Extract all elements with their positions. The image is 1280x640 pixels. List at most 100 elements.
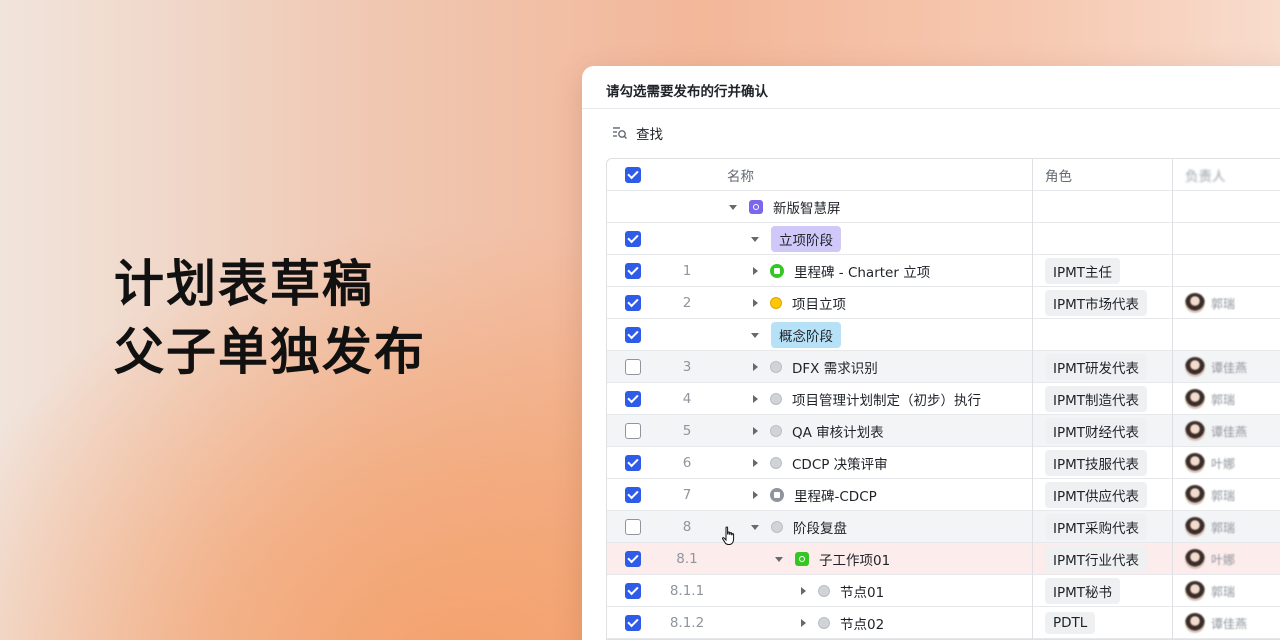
role-tag[interactable]: IPMT制造代表 <box>1045 386 1148 412</box>
task-name: DFX 需求识别 <box>792 361 878 377</box>
task-name: 里程碑 - Charter 立项 <box>794 265 931 281</box>
row-number: 8.1.1 <box>669 583 705 599</box>
table-row[interactable]: 8.1.1 节点01 IPMT秘书 郭瑞 <box>607 575 1280 607</box>
row-number: 5 <box>682 423 692 439</box>
table-row[interactable]: 6 CDCP 决策评审 IPMT技服代表 叶娜 <box>607 447 1280 479</box>
find-label: 查找 <box>636 127 663 143</box>
status-dot-icon <box>770 457 782 469</box>
row-checkbox[interactable] <box>625 487 641 503</box>
table-header: 名称 角色 负责人 <box>607 159 1280 191</box>
collapse-arrow-icon[interactable] <box>775 556 783 562</box>
expand-arrow-icon[interactable] <box>753 395 758 403</box>
row-number: 3 <box>682 359 692 375</box>
row-checkbox[interactable] <box>625 519 641 535</box>
column-header-role[interactable]: 角色 <box>1033 159 1173 191</box>
column-header-owner[interactable]: 负责人 <box>1173 159 1280 191</box>
task-name: 子工作项01 <box>819 553 891 569</box>
task-name: 项目立项 <box>792 297 846 313</box>
select-all-checkbox[interactable] <box>625 167 641 183</box>
expand-arrow-icon[interactable] <box>753 299 758 307</box>
row-checkbox[interactable] <box>625 231 641 247</box>
row-checkbox[interactable] <box>625 455 641 471</box>
row-number <box>659 319 715 351</box>
avatar <box>1185 293 1205 313</box>
owner-name: 叶娜 <box>1211 456 1236 471</box>
owner-name: 郭瑞 <box>1211 520 1236 535</box>
owner-name: 谭佳燕 <box>1211 616 1248 631</box>
expand-arrow-icon[interactable] <box>753 427 758 435</box>
phase-label: 概念阶段 <box>771 322 841 348</box>
owner-name: 郭瑞 <box>1211 584 1236 599</box>
avatar <box>1185 485 1205 505</box>
project-icon <box>749 200 763 214</box>
row-checkbox[interactable] <box>625 391 641 407</box>
collapse-arrow-icon[interactable] <box>751 524 759 530</box>
collapse-arrow-icon[interactable] <box>751 236 759 242</box>
collapse-arrow-icon[interactable] <box>729 204 737 210</box>
table-row[interactable]: 8.1.2 节点02 PDTL 谭佳燕 <box>607 607 1280 639</box>
row-checkbox[interactable] <box>625 327 641 343</box>
table-row[interactable]: 1 里程碑 - Charter 立项 IPMT主任 <box>607 255 1280 287</box>
table-row[interactable]: 立项阶段 <box>607 223 1280 255</box>
owner-name: 谭佳燕 <box>1211 360 1248 375</box>
publish-dialog: 请勾选需要发布的行并确认 查找 名称 角色 负责人 新版智慧屏 立项阶段 1 里程碑 … <box>582 66 1280 640</box>
column-header-name[interactable]: 名称 <box>715 159 1033 191</box>
role-tag[interactable]: PDTL <box>1045 612 1096 634</box>
row-number: 1 <box>682 263 692 279</box>
expand-arrow-icon[interactable] <box>801 587 806 595</box>
milestone-flag-icon <box>770 264 784 278</box>
task-name: 节点02 <box>840 617 885 633</box>
role-tag[interactable]: IPMT采购代表 <box>1045 514 1148 540</box>
table-row[interactable]: 7 里程碑-CDCP IPMT供应代表 郭瑞 <box>607 479 1280 511</box>
expand-arrow-icon[interactable] <box>753 363 758 371</box>
task-name: 项目管理计划制定（初步）执行 <box>792 393 981 409</box>
table-row[interactable]: 5 QA 审核计划表 IPMT财经代表 谭佳燕 <box>607 415 1280 447</box>
expand-arrow-icon[interactable] <box>753 491 758 499</box>
avatar <box>1185 613 1205 633</box>
row-number: 8.1 <box>676 551 698 567</box>
role-tag[interactable]: IPMT市场代表 <box>1045 290 1148 316</box>
avatar <box>1185 549 1205 569</box>
row-number <box>659 223 715 255</box>
row-checkbox[interactable] <box>625 615 641 631</box>
table-row[interactable]: 2 项目立项 IPMT市场代表 郭瑞 <box>607 287 1280 319</box>
table-row[interactable]: 8.1 子工作项01 IPMT行业代表 叶娜 <box>607 543 1280 575</box>
table-row[interactable]: 8 阶段复盘 IPMT采购代表 郭瑞 <box>607 511 1280 543</box>
row-checkbox[interactable] <box>625 263 641 279</box>
row-checkbox[interactable] <box>625 359 641 375</box>
role-tag[interactable]: IPMT主任 <box>1045 258 1121 284</box>
task-name: 阶段复盘 <box>793 521 847 537</box>
table-row[interactable]: 新版智慧屏 <box>607 191 1280 223</box>
avatar <box>1185 357 1205 377</box>
row-number: 7 <box>682 487 692 503</box>
role-tag[interactable]: IPMT财经代表 <box>1045 418 1148 444</box>
row-number: 8 <box>682 519 692 535</box>
task-name: 里程碑-CDCP <box>794 489 877 505</box>
table-row[interactable]: 概念阶段 <box>607 319 1280 351</box>
task-name: 新版智慧屏 <box>773 201 841 217</box>
role-tag[interactable]: IPMT技服代表 <box>1045 450 1148 476</box>
collapse-arrow-icon[interactable] <box>751 332 759 338</box>
row-number: 6 <box>682 455 692 471</box>
find-button[interactable]: 查找 <box>612 123 663 143</box>
row-checkbox[interactable] <box>625 295 641 311</box>
status-dot-icon <box>771 521 783 533</box>
role-tag[interactable]: IPMT行业代表 <box>1045 546 1148 572</box>
expand-arrow-icon[interactable] <box>753 267 758 275</box>
owner-name: 谭佳燕 <box>1211 424 1248 439</box>
expand-arrow-icon[interactable] <box>753 459 758 467</box>
role-tag[interactable]: IPMT研发代表 <box>1045 354 1148 380</box>
avatar <box>1185 581 1205 601</box>
role-tag[interactable]: IPMT秘书 <box>1045 578 1121 604</box>
table-row[interactable]: 4 项目管理计划制定（初步）执行 IPMT制造代表 郭瑞 <box>607 383 1280 415</box>
row-checkbox[interactable] <box>625 423 641 439</box>
status-dot-icon <box>818 585 830 597</box>
owner-name: 郭瑞 <box>1211 296 1236 311</box>
row-checkbox[interactable] <box>625 583 641 599</box>
table-row[interactable]: 3 DFX 需求识别 IPMT研发代表 谭佳燕 <box>607 351 1280 383</box>
status-dot-icon <box>818 617 830 629</box>
status-dot-icon <box>770 393 782 405</box>
row-checkbox[interactable] <box>625 551 641 567</box>
expand-arrow-icon[interactable] <box>801 619 806 627</box>
role-tag[interactable]: IPMT供应代表 <box>1045 482 1148 508</box>
